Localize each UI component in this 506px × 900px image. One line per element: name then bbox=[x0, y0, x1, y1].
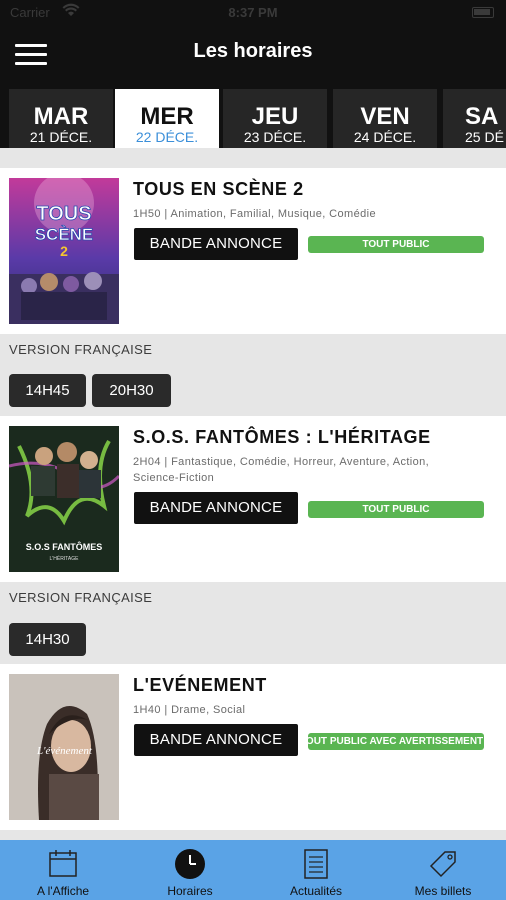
trailer-button[interactable]: BANDE ANNONCE bbox=[134, 228, 298, 260]
day-tab-fri[interactable]: VEN 24 DÉCE. bbox=[333, 89, 437, 148]
movie-meta: 1H50 | Animation, Familial, Musique, Com… bbox=[133, 208, 377, 220]
day-name: JEU bbox=[251, 103, 299, 130]
movie-card: L'événement L'EVÉNEMENT 1H40 | Drame, So… bbox=[0, 664, 506, 830]
showtime-button[interactable]: 14H30 bbox=[9, 623, 86, 656]
movie-poster[interactable]: L'événement bbox=[9, 674, 119, 820]
day-name: MAR bbox=[33, 103, 89, 130]
day-date: 24 DÉCE. bbox=[353, 129, 417, 145]
version-label: VERSION FRANÇAISE bbox=[9, 590, 153, 605]
showtimes-list: TOUS SCÈNE 2 TOUS EN SCÈNE 2 1H50 | Anim… bbox=[0, 148, 506, 840]
rating-badge: TOUT PUBLIC AVEC AVERTISSEMENT bbox=[308, 733, 484, 750]
page-title: Les horaires bbox=[193, 40, 313, 62]
battery-icon bbox=[472, 7, 494, 18]
tab-label: Actualités bbox=[289, 884, 343, 898]
movie-card: S.O.S FANTÔMES L'HÉRITAGE S.O.S. FANTÔME… bbox=[0, 416, 506, 582]
tab-actualites[interactable]: Actualités bbox=[253, 840, 379, 900]
version-section: VERSION FRANÇAISE 14H30 bbox=[0, 582, 506, 664]
status-time: 8:37 PM bbox=[228, 5, 278, 20]
status-bar: Carrier 8:37 PM bbox=[0, 0, 506, 26]
movie-meta: 2H04 | Fantastique, Comédie, Horreur, Av… bbox=[133, 454, 493, 486]
movie-title[interactable]: L'EVÉNEMENT bbox=[133, 675, 267, 696]
poster-title-line-2: L'HÉRITAGE bbox=[50, 555, 80, 562]
day-date: 23 DÉCE. bbox=[243, 129, 307, 145]
poster-title-line-1: L'événement bbox=[36, 745, 93, 757]
clock-icon bbox=[127, 848, 253, 880]
tab-label: A l'Affiche bbox=[36, 884, 90, 898]
day-date: 22 DÉCE. bbox=[135, 129, 199, 145]
trailer-button[interactable]: BANDE ANNONCE bbox=[134, 492, 298, 524]
movie-title[interactable]: TOUS EN SCÈNE 2 bbox=[133, 179, 304, 200]
day-tab-thu[interactable]: JEU 23 DÉCE. bbox=[223, 89, 327, 148]
movie-card: TOUS SCÈNE 2 TOUS EN SCÈNE 2 1H50 | Anim… bbox=[0, 168, 506, 334]
tab-a-laffiche[interactable]: A l'Affiche bbox=[0, 840, 126, 900]
movie-title[interactable]: S.O.S. FANTÔMES : L'HÉRITAGE bbox=[133, 427, 431, 448]
day-tab-sat[interactable]: SA 25 DÉ bbox=[443, 89, 506, 148]
day-name: MER bbox=[140, 103, 194, 130]
showtime-button[interactable]: 14H45 bbox=[9, 374, 86, 407]
showtime-button[interactable]: 20H30 bbox=[92, 374, 171, 407]
ticket-icon bbox=[380, 848, 506, 880]
rating-badge: TOUT PUBLIC bbox=[308, 501, 484, 518]
tab-label: Horaires bbox=[167, 884, 213, 898]
poster-title-line-2: SCÈNE bbox=[35, 225, 94, 244]
day-date: 25 DÉ bbox=[465, 129, 504, 145]
calendar-icon bbox=[0, 848, 126, 880]
day-name: VEN bbox=[360, 103, 410, 130]
trailer-button[interactable]: BANDE ANNONCE bbox=[134, 724, 298, 756]
tab-bar: A l'Affiche Horaires Actualités Mes bill… bbox=[0, 840, 506, 900]
day-date: 21 DÉCE. bbox=[29, 129, 93, 145]
version-label: VERSION FRANÇAISE bbox=[9, 342, 153, 357]
poster-title-line-1: TOUS bbox=[36, 203, 91, 225]
tab-horaires[interactable]: Horaires bbox=[127, 840, 253, 900]
movie-meta: 1H40 | Drame, Social bbox=[133, 704, 246, 716]
movie-meta-line: 2H04 | Fantastique, Comédie, Horreur, Av… bbox=[133, 456, 430, 468]
movie-poster[interactable]: TOUS SCÈNE 2 bbox=[9, 178, 119, 324]
poster-title-line-1: S.O.S FANTÔMES bbox=[26, 541, 103, 552]
day-name: SA bbox=[465, 103, 499, 130]
news-icon bbox=[253, 848, 379, 880]
tab-mes-billets[interactable]: Mes billets bbox=[380, 840, 506, 900]
day-tab-tue[interactable]: MAR 21 DÉCE. bbox=[9, 89, 113, 148]
day-tab-wed[interactable]: MER 22 DÉCE. bbox=[115, 89, 219, 148]
movie-poster[interactable]: S.O.S FANTÔMES L'HÉRITAGE bbox=[9, 426, 119, 572]
movie-meta-line: Science-Fiction bbox=[133, 472, 215, 484]
navigation-bar: Les horaires bbox=[0, 26, 506, 88]
rating-badge: TOUT PUBLIC bbox=[308, 236, 484, 253]
tab-label: Mes billets bbox=[414, 884, 472, 898]
version-section: VERSION FRANÇAISE 14H45 20H30 bbox=[0, 334, 506, 416]
day-selector: MAR 21 DÉCE. MER 22 DÉCE. JEU 23 DÉCE. V… bbox=[0, 88, 506, 148]
poster-title-line-3: 2 bbox=[60, 243, 68, 259]
